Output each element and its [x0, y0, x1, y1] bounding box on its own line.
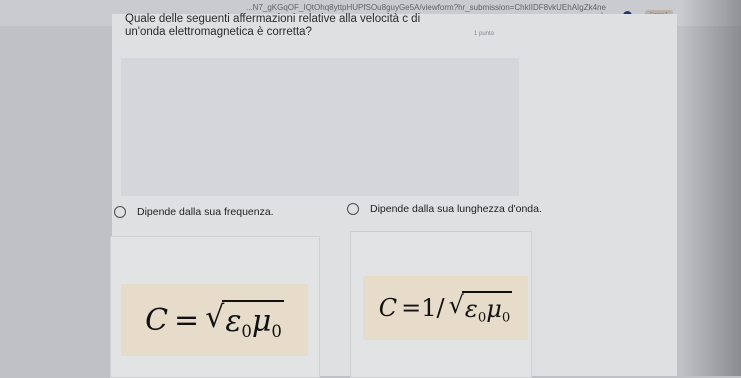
subscript: 0	[501, 310, 511, 326]
mu-symbol: μ	[486, 294, 502, 323]
option-label: Dipende dalla sua lunghezza d'onda.	[370, 203, 542, 215]
option-wavelength[interactable]: Dipende dalla sua lunghezza d'onda.	[347, 203, 542, 215]
formula-equals: =	[174, 302, 200, 338]
radicand: ε0μ0	[222, 299, 284, 341]
mu-symbol: μ	[251, 303, 272, 339]
sqrt-symbol: √ ε0μ0	[205, 299, 284, 341]
epsilon-symbol: ε	[225, 303, 242, 339]
epsilon-symbol: ε	[464, 294, 478, 323]
screen-edge-shadow	[681, 0, 741, 376]
option-frequency[interactable]: Dipende dalla sua frequenza.	[114, 206, 274, 218]
subscript: 0	[271, 321, 282, 341]
question-text: Quale delle seguenti affermazioni relati…	[125, 13, 421, 38]
question-image	[121, 58, 519, 196]
radio-button[interactable]	[114, 206, 126, 218]
radicand: ε0μ0	[461, 290, 513, 326]
formula-lhs: C	[378, 294, 398, 322]
subscript: 0	[477, 310, 487, 326]
formula-image-sqrt: C = √ ε0μ0	[121, 284, 308, 356]
formula-image-inverse-sqrt: C =1/ √ ε0μ0	[363, 276, 528, 340]
address-bar[interactable]: ...N7_gKGqOF_IQtOhq8yttpHUPfSOu8guyGe5A/…	[246, 3, 606, 12]
subscript: 0	[241, 321, 252, 341]
radio-button[interactable]	[347, 203, 359, 215]
formula-equals: =1/	[401, 294, 445, 322]
sqrt-symbol: √ ε0μ0	[449, 290, 513, 326]
formula-lhs: C	[145, 302, 169, 338]
points-label: 1 punto	[474, 31, 495, 37]
option-label: Dipende dalla sua frequenza.	[137, 206, 274, 218]
